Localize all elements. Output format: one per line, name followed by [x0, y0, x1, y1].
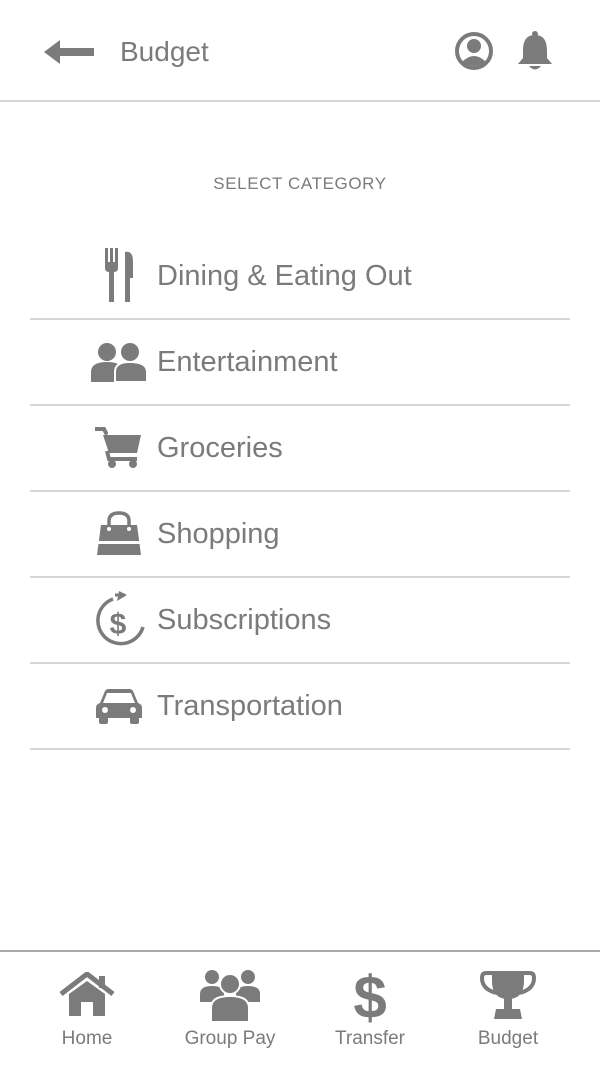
nav-label: Budget — [477, 1028, 539, 1049]
category-label: Subscriptions — [157, 604, 332, 636]
arrow-left-icon — [44, 40, 94, 64]
bell-icon — [518, 31, 552, 70]
people-icon — [91, 343, 148, 382]
svg-text:$: $ — [353, 966, 386, 1024]
category-dining[interactable]: Dining & Eating Out — [30, 234, 570, 320]
app-header: Budget — [0, 0, 600, 102]
category-list: Dining & Eating Out Entertainment Grocer… — [30, 234, 570, 750]
bottom-nav: Home Group Pay $ Transfer Budget — [0, 950, 600, 1066]
nav-transfer[interactable]: $ Transfer — [320, 952, 420, 1066]
group-icon — [200, 970, 260, 1022]
category-label: Shopping — [157, 518, 280, 550]
nav-label: Transfer — [334, 1028, 406, 1049]
section-title: SELECT CATEGORY — [213, 174, 387, 193]
category-label: Groceries — [157, 432, 283, 464]
category-transportation[interactable]: Transportation — [30, 664, 570, 750]
profile-button[interactable] — [454, 31, 494, 71]
cart-icon — [95, 427, 141, 468]
home-icon — [59, 972, 115, 1016]
category-subscriptions[interactable]: $ Subscriptions — [30, 578, 570, 664]
trophy-icon — [480, 971, 536, 1019]
notifications-button[interactable] — [515, 30, 555, 72]
category-shopping[interactable]: Shopping — [30, 492, 570, 578]
nav-budget[interactable]: Budget — [458, 952, 558, 1066]
nav-home[interactable]: Home — [37, 952, 137, 1066]
back-button[interactable] — [44, 38, 96, 66]
category-groceries[interactable]: Groceries — [30, 406, 570, 492]
category-label: Transportation — [157, 690, 343, 722]
dollar-icon: $ — [353, 966, 386, 1024]
nav-label: Group Pay — [184, 1028, 276, 1049]
nav-group-pay[interactable]: Group Pay — [170, 952, 290, 1066]
nav-label: Home — [61, 1028, 113, 1049]
car-icon — [96, 689, 142, 724]
category-label: Entertainment — [157, 346, 338, 378]
page-title: Budget — [120, 36, 209, 67]
category-label: Dining & Eating Out — [157, 260, 412, 292]
shopping-bag-icon — [97, 511, 141, 555]
category-entertainment[interactable]: Entertainment — [30, 320, 570, 406]
svg-text:$: $ — [110, 608, 127, 641]
fork-knife-icon — [105, 248, 133, 302]
recurring-dollar-icon: $ — [96, 591, 145, 646]
user-circle-icon — [455, 32, 493, 70]
